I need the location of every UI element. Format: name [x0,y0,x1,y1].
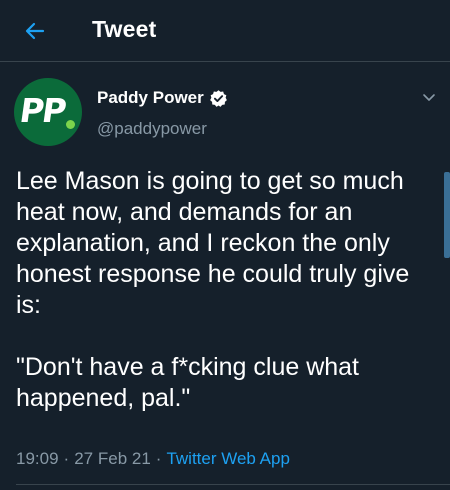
tweet-detail: PP Paddy Power @paddypower Lee Mason is … [0,62,450,490]
avatar[interactable]: PP [14,78,82,146]
meta-separator: · [155,449,162,468]
tweet-text: Lee Mason is going to get so much heat n… [16,167,410,412]
arrow-left-icon [25,22,45,40]
tweet-date[interactable]: 27 Feb 21 [74,449,151,468]
verified-badge-icon [209,89,227,107]
display-name[interactable]: Paddy Power [97,88,204,108]
meta-separator: · [63,449,70,468]
tweet-time[interactable]: 19:09 [16,449,59,468]
user-handle[interactable]: @paddypower [97,119,207,139]
tweet-meta: 19:09 · 27 Feb 21 · Twitter Web App [16,449,290,469]
page-title: Tweet [92,16,157,42]
avatar-logo-text: PP [17,91,68,130]
author-name-row[interactable]: Paddy Power [97,88,228,108]
back-button[interactable] [18,14,52,48]
chevron-down-icon [423,94,435,101]
divider [16,484,450,485]
top-bar: Tweet [0,0,450,62]
tweet-source-link[interactable]: Twitter Web App [166,449,289,468]
tweet-menu-button[interactable] [418,86,440,108]
scrollbar-thumb[interactable] [444,172,450,258]
avatar-logo-dot [66,120,75,129]
